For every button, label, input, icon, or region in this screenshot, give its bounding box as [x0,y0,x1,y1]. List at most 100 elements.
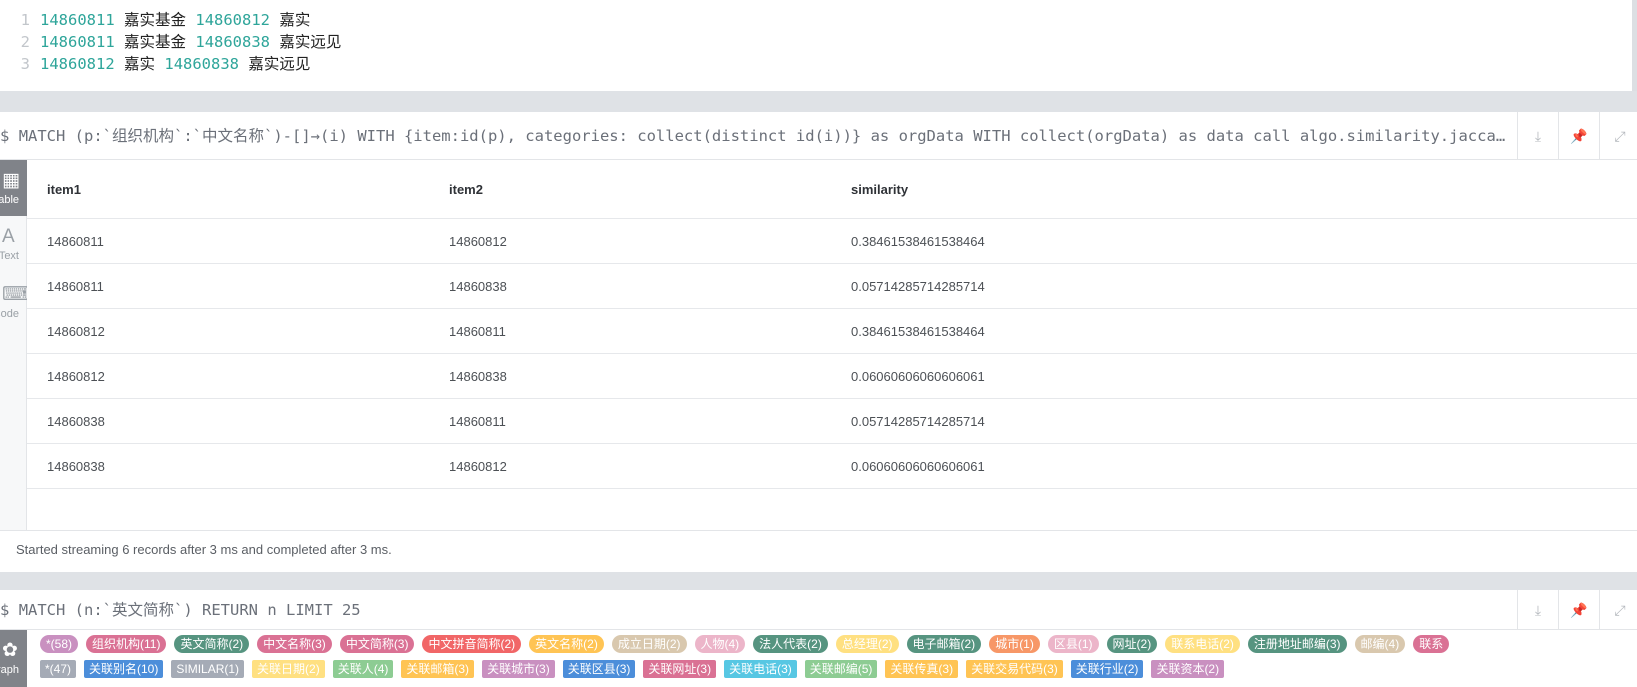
output-id: 14860811 [40,11,115,29]
node-label-pill[interactable]: 成立日期(2) [611,635,687,653]
node-label-pill[interactable]: 网址(2) [1106,635,1158,653]
view-sidebar: ✿ Graph [0,630,27,687]
node-label-pill[interactable]: 中文拼音简称(2) [422,635,522,653]
download-icon: ⤓ [1534,127,1542,144]
node-label-pill[interactable]: 英文简称(2) [174,635,250,653]
node-label-pill[interactable]: *(58) [40,635,79,653]
relationship-type-tag[interactable]: 关联别名(10) [84,660,164,678]
table-cell: 14860812 [449,234,507,249]
relationship-type-tag[interactable]: 关联资本(2) [1151,660,1225,678]
download-icon: ⤓ [1534,601,1542,618]
relationship-type-tag[interactable]: 关联人(4) [332,660,394,678]
table-header: item1 item2 similarity [27,167,1637,219]
node-label-pill[interactable]: 电子邮箱(2) [906,635,982,653]
table-cell: 0.38461538461538464 [851,234,985,249]
node-label-pill[interactable]: 联系 [1413,635,1450,653]
view-tab-label: Text [0,250,19,262]
relationship-type-tag[interactable]: 关联城市(3) [482,660,555,678]
output-id: 14860812 [195,11,271,29]
view-tab-code[interactable]: ⌨ Code [0,278,27,334]
relationship-type-tag[interactable]: 关联传真(3) [885,660,959,678]
relationship-type-legend: *(47) 关联别名(10) SIMILAR(1) 关联日期(2) 关联人(4) 关联邮箱… [40,660,1232,681]
relationship-type-tag[interactable]: 关联邮编(5) [804,660,878,678]
pin-icon: 📌 [1570,601,1588,618]
table-icon: ▦ [2,170,20,191]
view-tab-label: Code [0,308,19,320]
prompt-symbol: $ [0,601,10,619]
node-label-pill[interactable]: 中文名称(3) [257,635,332,653]
download-button[interactable]: ⤓ [1517,590,1558,630]
relationship-type-tag[interactable]: 关联交易代码(3) [966,660,1063,678]
relationship-type-tag[interactable]: 关联区县(3) [562,660,636,678]
node-label-pill[interactable]: 联系电话(2) [1165,635,1240,653]
query-editor[interactable]: $ MATCH (p:`组织机构`:`中文名称`)-[]→(i) WITH {i… [0,112,1512,160]
graph-icon: ✿ [2,640,18,661]
line-number: 3 [20,55,30,73]
relationship-type-tag[interactable]: *(47) [40,660,77,678]
relationship-type-tag[interactable]: 关联日期(2) [252,660,325,678]
relationship-type-tag[interactable]: 关联邮箱(3) [401,660,475,678]
table-cell: 14860838 [449,279,507,294]
expand-button[interactable]: ⤢ [1599,112,1637,160]
prompt-symbol: $ [0,127,10,145]
expand-icon: ⤢ [1614,127,1626,144]
table-cell: 14860812 [47,369,105,384]
column-header: item1 [47,182,81,197]
relationship-type-tag[interactable]: 关联网址(3) [643,660,717,678]
table-cell: 0.06060606060606061 [851,369,985,384]
download-button[interactable]: ⤓ [1517,112,1558,160]
node-label-pill[interactable]: 法人代表(2) [753,635,828,653]
table-cell: 14860838 [449,369,507,384]
node-label-pill[interactable]: 区县(1) [1047,635,1099,653]
output-name: 嘉实 [124,55,156,73]
pin-button[interactable]: 📌 [1558,112,1599,160]
table-cell: 14860838 [47,459,105,474]
node-label-pill[interactable]: 组织机构(11) [86,635,167,653]
view-tab-table[interactable]: ▦ Table [0,160,27,216]
query-text: MATCH (p:`组织机构`:`中文名称`)-[]→(i) WITH {ite… [18,127,1512,145]
table-cell: 14860812 [47,324,105,339]
pin-button[interactable]: 📌 [1558,590,1599,630]
query-bar[interactable]: $ MATCH (p:`组织机构`:`中文名称`)-[]→(i) WITH {i… [0,112,1637,160]
relationship-type-tag[interactable]: 关联电话(3) [724,660,797,678]
table-cell: 0.05714285714285714 [851,279,985,294]
relationship-type-tag[interactable]: 关联行业(2) [1070,660,1144,678]
code-icon: ⌨ [2,284,27,305]
output-name: 嘉实基金 [124,11,187,29]
node-label-pill[interactable]: 中文简称(3) [339,635,415,653]
node-label-pill[interactable]: 邮编(4) [1354,635,1406,653]
node-label-legend: *(58) 组织机构(11) 英文简称(2) 中文名称(3) 中文简称(3) 中文拼音简称… [40,635,1457,656]
output-line: 1 14860811 嘉实基金 14860812 嘉实 [0,9,311,31]
relationship-type-tag[interactable]: SIMILAR(1) [171,660,245,678]
node-label-pill[interactable]: 英文名称(2) [529,635,604,653]
table-cell: 14860811 [47,234,104,249]
pin-icon: 📌 [1570,127,1588,144]
view-tab-graph[interactable]: ✿ Graph [0,630,27,687]
query-text: MATCH (n:`英文简称`) RETURN n LIMIT 25 [18,601,361,619]
output-line: 2 14860811 嘉实基金 14860838 嘉实远见 [0,31,342,53]
node-label-pill[interactable]: 城市(1) [989,635,1040,653]
output-name: 嘉实远见 [248,55,311,73]
node-label-pill[interactable]: 总经理(2) [835,635,899,653]
query-bar[interactable]: $ MATCH (n:`英文简称`) RETURN n LIMIT 25 ⤓ 📌… [0,590,1637,630]
table-row: 14860838 14860811 0.05714285714285714 [27,399,1637,444]
table-cell: 0.06060606060606061 [851,459,985,474]
frame-separator [0,572,1637,590]
result-frame-graph: $ MATCH (n:`英文简称`) RETURN n LIMIT 25 ⤓ 📌… [0,590,1637,687]
node-label-pill[interactable]: 注册地址邮编(3) [1247,635,1347,653]
output-name: 嘉实远见 [279,33,342,51]
output-id: 14860838 [195,33,271,51]
table-cell: 0.05714285714285714 [851,414,985,429]
line-number: 1 [20,11,30,29]
expand-button[interactable]: ⤢ [1599,590,1637,630]
table-cell: 14860811 [47,279,104,294]
output-name: 嘉实基金 [124,33,187,51]
table-row: 14860838 14860812 0.06060606060606061 [27,444,1637,489]
node-label-pill[interactable]: 人物(4) [694,635,746,653]
table-row: 14860812 14860838 0.06060606060606061 [27,354,1637,399]
text-output-panel: 1 14860811 嘉实基金 14860812 嘉实 2 14860811 嘉实基… [0,0,1632,91]
text-icon: A [2,226,15,247]
query-editor[interactable]: $ MATCH (n:`英文简称`) RETURN n LIMIT 25 [0,590,1512,630]
view-tab-text[interactable]: A Text [0,220,27,276]
output-name: 嘉实 [279,11,311,29]
